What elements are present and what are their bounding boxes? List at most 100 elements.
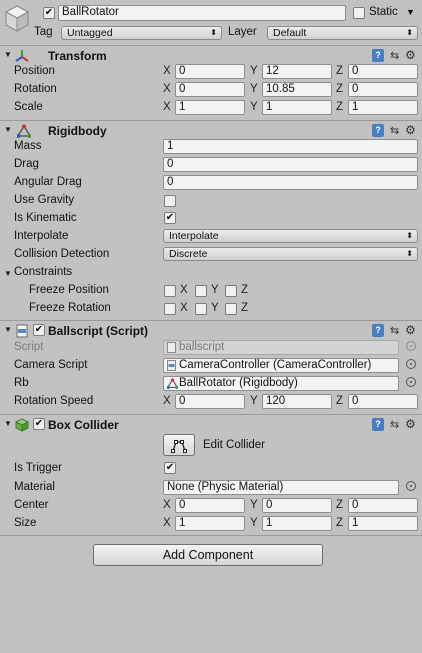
- rotation-z-field[interactable]: 0: [348, 82, 418, 97]
- help-book-icon[interactable]: ?: [372, 124, 384, 137]
- is-trigger-checkbox[interactable]: ✔: [164, 462, 176, 474]
- rotation-x-field[interactable]: 0: [175, 82, 245, 97]
- scale-x-field[interactable]: 1: [175, 100, 245, 115]
- component-tools: ? ⇆ ⚙: [372, 323, 418, 338]
- constraints-row[interactable]: ▼ Constraints: [0, 264, 422, 282]
- is-kinematic-checkbox[interactable]: ✔: [164, 212, 176, 224]
- axis-z-label: Z: [336, 65, 344, 77]
- layer-dropdown[interactable]: Default ⬍: [267, 26, 418, 40]
- rotation-y-field[interactable]: 10.85: [262, 82, 332, 97]
- axis-y-label: Y: [250, 83, 258, 95]
- freeze-rotation-y-checkbox[interactable]: [195, 303, 207, 315]
- material-row: Material None (Physic Material): [0, 479, 422, 497]
- scale-label: Scale: [14, 101, 43, 113]
- freeze-position-z-checkbox[interactable]: [225, 285, 237, 297]
- material-field[interactable]: None (Physic Material): [163, 480, 399, 495]
- gear-icon[interactable]: ⚙: [405, 48, 416, 62]
- fold-arrow-icon[interactable]: ▼: [4, 269, 12, 278]
- drag-field[interactable]: 0: [163, 157, 418, 172]
- tag-arrow-icon: ⬍: [210, 28, 217, 37]
- script-row: Script ballscript: [0, 339, 422, 357]
- help-book-icon[interactable]: ?: [372, 418, 384, 431]
- axis-z-label: Z: [336, 101, 344, 113]
- help-book-icon[interactable]: ?: [372, 324, 384, 337]
- object-picker-icon[interactable]: [406, 359, 416, 369]
- angular-drag-field[interactable]: 0: [163, 175, 418, 190]
- rotation-row: Rotation X 0 Y 10.85 Z 0: [0, 81, 422, 99]
- transform-header[interactable]: ▼ Transform ? ⇆ ⚙: [0, 45, 422, 65]
- axis-x-label: X: [163, 83, 171, 95]
- add-component-button[interactable]: Add Component: [93, 544, 323, 566]
- rotation-speed-z-field[interactable]: 0: [348, 394, 418, 409]
- static-checkbox[interactable]: [353, 7, 365, 19]
- gear-icon[interactable]: ⚙: [405, 323, 416, 337]
- position-row: Position X 0 Y 12 Z 0: [0, 63, 422, 81]
- axis-x-label: X: [163, 499, 171, 511]
- axis-x-label: X: [180, 284, 188, 296]
- center-y-field[interactable]: 0: [262, 498, 332, 513]
- ballscript-enabled-checkbox[interactable]: ✔: [33, 324, 45, 336]
- rigidbody-header[interactable]: ▼ Rigidbody ? ⇆ ⚙: [0, 120, 422, 140]
- fold-arrow-icon[interactable]: ▼: [4, 50, 12, 59]
- camera-script-field[interactable]: CameraController (CameraController): [163, 358, 399, 373]
- axis-y-label: Y: [250, 101, 258, 113]
- static-dropdown-arrow[interactable]: ▼: [406, 7, 415, 17]
- preset-icon[interactable]: ⇆: [390, 124, 399, 137]
- fold-arrow-icon[interactable]: ▼: [4, 125, 12, 134]
- position-x-field[interactable]: 0: [175, 64, 245, 79]
- use-gravity-checkbox[interactable]: [164, 195, 176, 207]
- fold-arrow-icon[interactable]: ▼: [4, 419, 12, 428]
- preset-icon[interactable]: ⇆: [390, 418, 399, 431]
- size-z-field[interactable]: 1: [348, 516, 418, 531]
- size-x-field[interactable]: 1: [175, 516, 245, 531]
- axis-z-label: Z: [336, 83, 344, 95]
- rigidbody-title: Rigidbody: [48, 124, 107, 138]
- angular-drag-label: Angular Drag: [14, 176, 82, 188]
- collision-detection-dropdown[interactable]: Discrete ⬍: [163, 247, 418, 261]
- size-label: Size: [14, 517, 37, 529]
- edit-collider-button[interactable]: [163, 434, 195, 456]
- active-checkbox[interactable]: ✔: [43, 7, 55, 19]
- axis-x-label: X: [180, 302, 188, 314]
- preset-icon[interactable]: ⇆: [390, 324, 399, 337]
- rb-field[interactable]: BallRotator (Rigidbody): [163, 376, 399, 391]
- object-picker-icon[interactable]: [406, 377, 416, 387]
- gear-icon[interactable]: ⚙: [405, 123, 416, 137]
- preset-icon[interactable]: ⇆: [390, 49, 399, 62]
- component-tools: ? ⇆ ⚙: [372, 417, 418, 432]
- freeze-position-x-checkbox[interactable]: [164, 285, 176, 297]
- freeze-rotation-x-checkbox[interactable]: [164, 303, 176, 315]
- interpolate-dropdown[interactable]: Interpolate ⬍: [163, 229, 418, 243]
- script-value: ballscript: [179, 341, 225, 353]
- constraints-label: Constraints: [14, 266, 73, 278]
- scale-y-field[interactable]: 1: [262, 100, 332, 115]
- camera-script-row: Camera Script CameraController (CameraCo…: [0, 357, 422, 375]
- layer-value: Default: [273, 27, 307, 39]
- rotation-speed-x-field[interactable]: 0: [175, 394, 245, 409]
- fold-arrow-icon[interactable]: ▼: [4, 325, 12, 334]
- help-book-icon[interactable]: ?: [372, 49, 384, 62]
- box-collider-header[interactable]: ▼ ✔ Box Collider ? ⇆ ⚙: [0, 414, 422, 434]
- ballscript-header[interactable]: ▼ ✔ Ballscript (Script) ? ⇆ ⚙: [0, 320, 422, 340]
- size-y-field[interactable]: 1: [262, 516, 332, 531]
- freeze-rotation-z-checkbox[interactable]: [225, 303, 237, 315]
- box-collider-enabled-checkbox[interactable]: ✔: [33, 418, 45, 430]
- position-y-field[interactable]: 12: [262, 64, 332, 79]
- tag-dropdown[interactable]: Untagged ⬍: [61, 26, 222, 40]
- object-name-input[interactable]: BallRotator: [58, 5, 346, 21]
- scale-z-field[interactable]: 1: [348, 100, 418, 115]
- center-z-field[interactable]: 0: [348, 498, 418, 513]
- freeze-position-y-checkbox[interactable]: [195, 285, 207, 297]
- rigidbody-icon: [16, 124, 32, 138]
- dropdown-arrow-icon: ⬍: [406, 231, 413, 240]
- center-x-field[interactable]: 0: [175, 498, 245, 513]
- script-file-icon: [15, 324, 29, 338]
- edit-collider-label: Edit Collider: [203, 439, 265, 451]
- mass-field[interactable]: 1: [163, 139, 418, 154]
- interpolate-value: Interpolate: [169, 230, 219, 242]
- position-z-field[interactable]: 0: [348, 64, 418, 79]
- object-picker-icon[interactable]: [406, 481, 416, 491]
- gear-icon[interactable]: ⚙: [405, 417, 416, 431]
- component-tools: ? ⇆ ⚙: [372, 123, 418, 138]
- rotation-speed-y-field[interactable]: 120: [262, 394, 332, 409]
